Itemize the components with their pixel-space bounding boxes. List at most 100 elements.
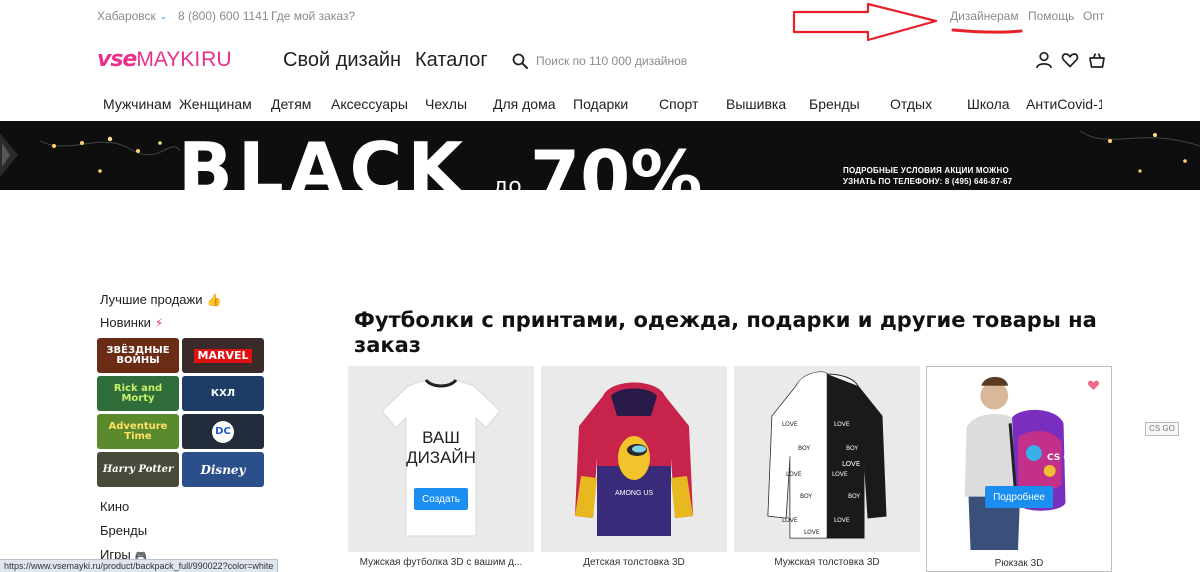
cat-home[interactable]: Для дома — [493, 96, 556, 112]
backpack-print: CS GO — [1047, 453, 1079, 463]
banner-percent-text: 70% — [530, 135, 703, 190]
cat-leisure[interactable]: Отдых — [890, 96, 932, 112]
svg-text:LOVE: LOVE — [832, 471, 848, 478]
chevron-down-icon: ⌄ — [159, 11, 168, 21]
banner-note-line2: УЗНАТЬ ПО ТЕЛЕФОНУ: 8 (495) 646-87-67 — [843, 177, 1013, 186]
favorite-heart-icon[interactable] — [1087, 379, 1100, 391]
svg-text:LOVE: LOVE — [782, 517, 798, 524]
brand-tile-marvel[interactable]: MARVEL — [182, 338, 264, 373]
brand-tile-label: ЗВЁЗДНЫЕ ВОЙНЫ — [106, 344, 170, 366]
thumbs-up-icon: 👍 — [206, 293, 222, 307]
order-status-link[interactable]: Где мой заказ? — [271, 9, 355, 23]
brand-tile-label: Disney — [200, 462, 246, 477]
user-icon[interactable] — [1035, 51, 1053, 69]
category-nav: Мужчинам Женщинам Детям Аксессуары Чехлы… — [0, 96, 1200, 116]
annotation-arrow — [792, 2, 1023, 42]
svg-text:LOVE: LOVE — [834, 517, 850, 524]
brand-tile-label: Adventure Time — [108, 420, 168, 442]
hoodie-image — [575, 382, 693, 536]
tshirt-print: ВАШ ДИЗАЙН — [348, 428, 534, 468]
nav-own-design[interactable]: Свой дизайн — [283, 49, 401, 72]
search-input[interactable] — [536, 54, 856, 68]
sidebar-movies[interactable]: Кино — [100, 499, 129, 514]
brand-tile-label: DC — [212, 420, 234, 443]
product-card[interactable]: LOVE BOY LOVE BOY LOVE LOVE LOVE BOY LOVE BOY L… — [734, 366, 920, 572]
cat-cases[interactable]: Чехлы — [425, 96, 467, 112]
logo-ru: RU — [201, 48, 232, 71]
create-button[interactable]: Создать — [413, 488, 469, 510]
city-selector[interactable]: Хабаровск ⌄ — [97, 9, 167, 23]
site-logo[interactable]: vse MAYKI RU — [97, 47, 232, 73]
svg-text:BOY: BOY — [848, 493, 860, 500]
details-button[interactable]: Подробнее — [985, 486, 1053, 508]
brand-tile-dc[interactable]: DC — [182, 414, 264, 449]
svg-text:BOY: BOY — [800, 493, 812, 500]
svg-text:BOY: BOY — [798, 445, 810, 452]
side-tag[interactable]: CS GO — [1145, 422, 1179, 436]
nav-catalog[interactable]: Каталог — [415, 49, 488, 72]
banner-note: ПОДРОБНЫЕ УСЛОВИЯ АКЦИИ МОЖНО УЗНАТЬ ПО … — [843, 165, 1012, 187]
brand-tile-disney[interactable]: Disney — [182, 452, 264, 487]
phone-link[interactable]: 8 (800) 600 1141 — [178, 9, 269, 23]
string-lights-right — [1080, 130, 1200, 173]
new-items-label: Новинки — [100, 315, 151, 330]
cat-accessories[interactable]: Аксессуары — [331, 96, 408, 112]
sidebar-new-items[interactable]: Новинки ⚡ — [100, 315, 163, 330]
cat-brands[interactable]: Бренды — [809, 96, 860, 112]
browser-status-bar: https://www.vsemayki.ru/product/backpack… — [0, 559, 279, 572]
backpack-image — [927, 367, 1111, 552]
wholesale-link[interactable]: Опт — [1083, 9, 1104, 23]
promo-banner[interactable]: BLACK до 70% ПОДРОБНЫЕ УСЛОВИЯ АКЦИИ МОЖ… — [0, 121, 1200, 190]
banner-note-line1: ПОДРОБНЫЕ УСЛОВИЯ АКЦИИ МОЖНО — [843, 166, 1009, 175]
heart-icon[interactable] — [1061, 51, 1079, 69]
brand-tile-label: КХЛ — [210, 387, 236, 399]
brand-tile-label: Harry Potter — [102, 463, 174, 475]
brand-tile-label: MARVEL — [193, 348, 253, 363]
cat-gifts[interactable]: Подарки — [573, 96, 628, 112]
brand-tile-rick-morty[interactable]: Rick and Morty — [97, 376, 179, 411]
cat-men[interactable]: Мужчинам — [103, 96, 171, 112]
banner-black-text: BLACK — [178, 127, 469, 190]
product-caption: Рюкзак 3D — [927, 553, 1111, 571]
cat-school[interactable]: Школа — [967, 96, 1010, 112]
page-title: Футболки с принтами, одежда, подарки и д… — [354, 308, 1097, 357]
hoodie-bw-image: LOVE BOY LOVE BOY LOVE LOVE LOVE BOY LOVE BOY L… — [767, 371, 887, 539]
cart-icon[interactable] — [1088, 51, 1106, 69]
search-bar[interactable] — [512, 51, 872, 71]
search-icon[interactable] — [512, 53, 528, 69]
product-caption: Мужская толстовка 3D — [734, 552, 920, 572]
lightning-icon: ⚡ — [154, 316, 164, 330]
brand-tile-star-wars[interactable]: ЗВЁЗДНЫЕ ВОЙНЫ — [97, 338, 179, 373]
brand-tile-label: Rick and Morty — [113, 382, 163, 404]
svg-text:LOVE: LOVE — [834, 421, 850, 428]
product-caption: Детская толстовка 3D — [541, 552, 727, 572]
cat-sport[interactable]: Спорт — [659, 96, 698, 112]
sidebar-best-sellers[interactable]: Лучшие продажи 👍 — [100, 292, 221, 307]
cat-embroidery[interactable]: Вышивка — [726, 96, 786, 112]
logo-mayki: MAYKI — [136, 48, 201, 71]
cat-women[interactable]: Женщинам — [179, 96, 252, 112]
product-card-active[interactable]: CS GO Подробнее Рюкзак 3D — [926, 366, 1112, 572]
print-line1: ВАШ — [422, 428, 460, 447]
cat-anticovid[interactable]: АнтиCovid-1 — [1026, 96, 1102, 112]
brand-tile-adventure-time[interactable]: Adventure Time — [97, 414, 179, 449]
print-line2: ДИЗАЙН — [406, 448, 476, 467]
svg-text:LOVE: LOVE — [782, 421, 798, 428]
product-card[interactable]: AMONG US Детская толстовка 3D — [541, 366, 727, 572]
city-label: Хабаровск — [97, 9, 156, 23]
cat-kids[interactable]: Детям — [271, 96, 311, 112]
product-caption: Мужская футболка 3D с вашим д... — [348, 552, 534, 572]
svg-text:BOY: BOY — [846, 445, 858, 452]
svg-text:LOVE: LOVE — [786, 471, 802, 478]
help-link[interactable]: Помощь — [1028, 9, 1074, 23]
brand-tile-harry-potter[interactable]: Harry Potter — [97, 452, 179, 487]
sidebar-brands[interactable]: Бренды — [100, 523, 147, 538]
best-sellers-label: Лучшие продажи — [100, 292, 203, 307]
banner-deco — [0, 133, 18, 177]
product-card[interactable]: ВАШ ДИЗАЙН Создать Мужская футболка 3D с… — [348, 366, 534, 572]
hoodie-print: LOVE — [842, 460, 861, 468]
string-lights-left — [40, 136, 180, 173]
brand-tile-khl[interactable]: КХЛ — [182, 376, 264, 411]
hoodie-print: AMONG US — [614, 490, 654, 497]
banner-do-text: до — [493, 174, 522, 191]
